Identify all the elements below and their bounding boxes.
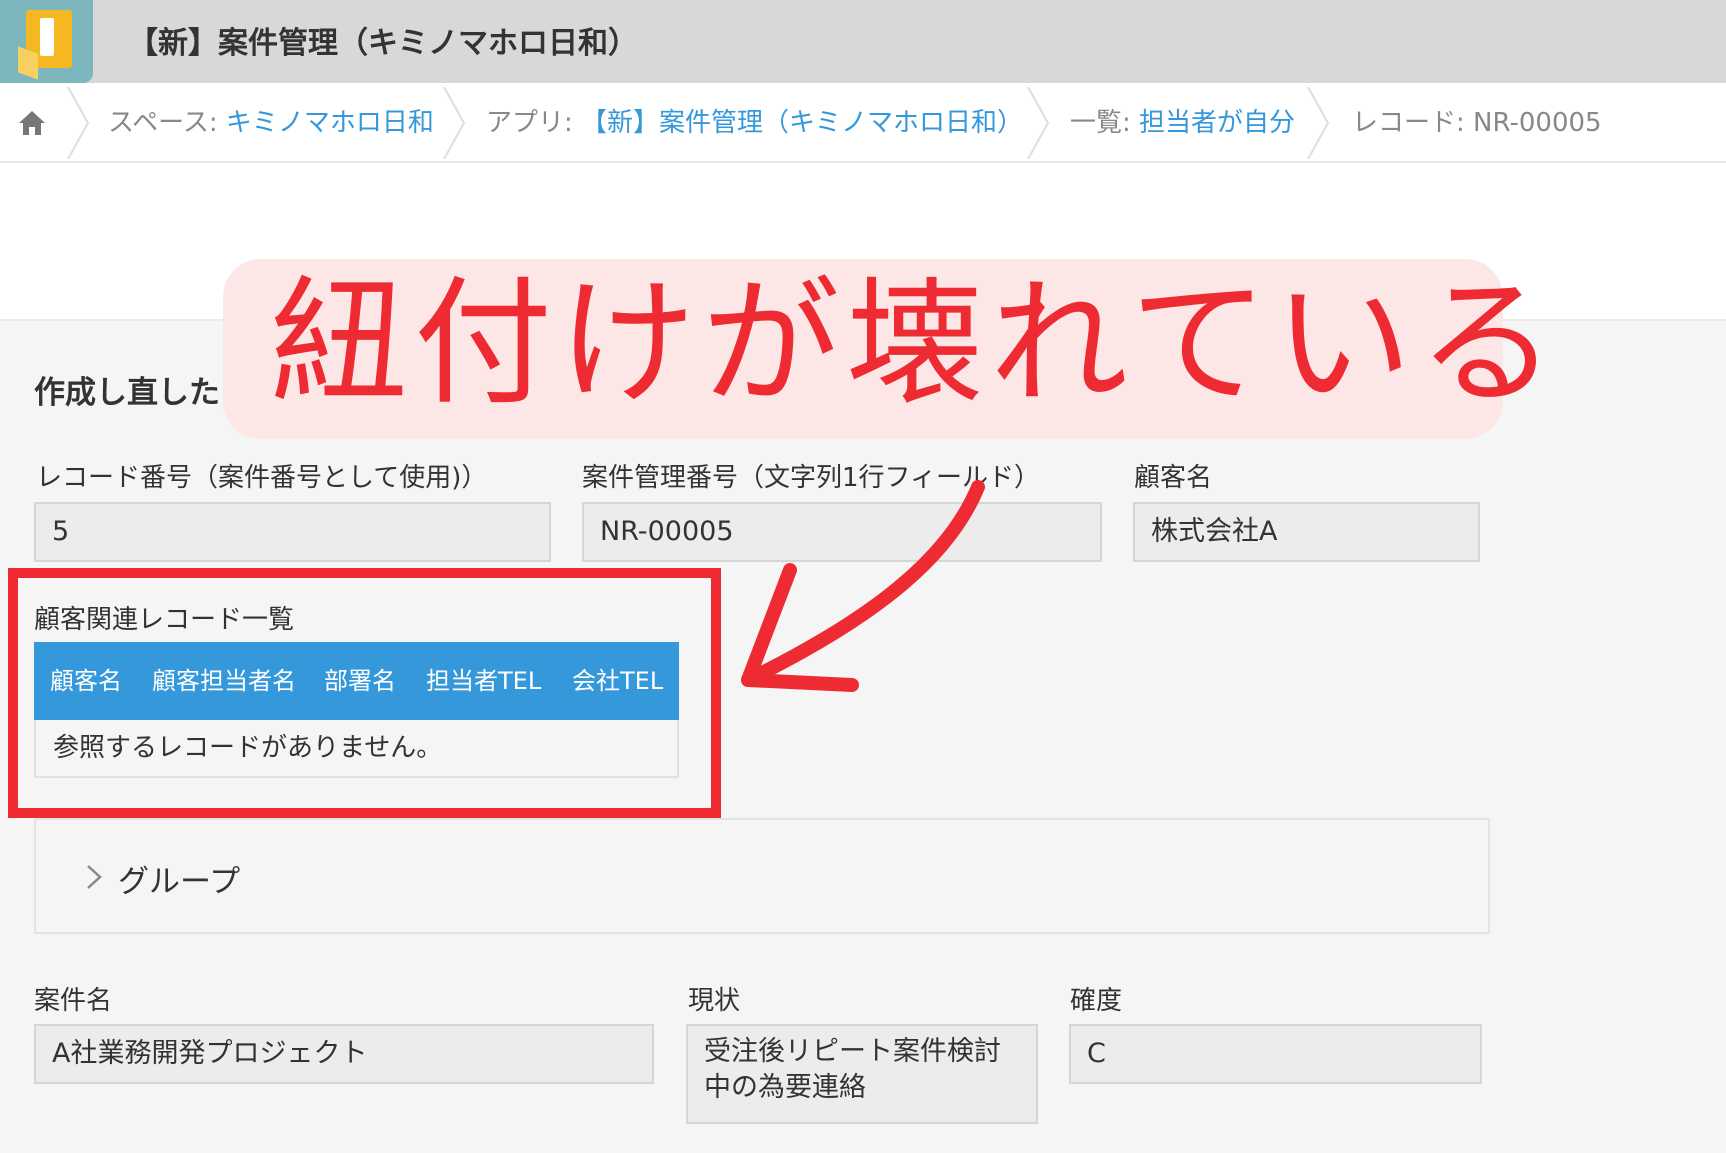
section-title: 作成し直した [34, 375, 220, 411]
status-value-line: 受注後リピート案件検討 [704, 1036, 1001, 1067]
breadcrumb-app-link[interactable]: 【新】案件管理（キミノマホロ日和） [581, 108, 1023, 138]
arrow-icon [741, 480, 985, 692]
home-icon[interactable] [16, 107, 48, 139]
case-name-field: A社業務開発プロジェクト [34, 1024, 654, 1084]
breadcrumb-separator [443, 87, 466, 159]
customer-name-field: 株式会社A [1133, 502, 1480, 562]
breadcrumb-separator [67, 87, 90, 159]
case-name-label: 案件名 [34, 986, 113, 1016]
status-value-line: 中の為要連絡 [704, 1072, 866, 1103]
breadcrumb-list-prefix: 一覧: [1070, 108, 1131, 138]
group-section[interactable] [34, 818, 1490, 934]
breadcrumb-space-link[interactable]: キミノマホロ日和 [226, 108, 434, 138]
breadcrumb-separator [1027, 87, 1050, 159]
breadcrumb-app-prefix: アプリ: [486, 108, 573, 138]
status-label: 現状 [688, 986, 741, 1016]
record-number-label: レコード番号（案件番号として使用)） [36, 463, 488, 493]
certainty-field: C [1069, 1024, 1482, 1084]
status-field: 受注後リピート案件検討 中の為要連絡 [686, 1024, 1038, 1124]
breadcrumb-space: スペース: キミノマホロ日和 [108, 83, 434, 163]
highlight-box [8, 568, 721, 818]
app-title[interactable]: 【新】案件管理（キミノマホロ日和） [128, 18, 638, 62]
record-number-field: 5 [34, 502, 551, 562]
group-label[interactable]: グループ [118, 856, 240, 901]
customer-name-label: 顧客名 [1134, 463, 1213, 493]
chevron-right-icon[interactable] [84, 862, 104, 892]
breadcrumb-app: アプリ: 【新】案件管理（キミノマホロ日和） [486, 83, 1023, 163]
breadcrumb-record: レコード: NR-00005 [1352, 108, 1602, 138]
breadcrumb-list: 一覧: 担当者が自分 [1070, 83, 1295, 163]
app-icon[interactable] [0, 0, 93, 83]
breadcrumb-space-prefix: スペース: [108, 108, 218, 138]
breadcrumb-separator [1307, 87, 1330, 159]
app-header: 【新】案件管理（キミノマホロ日和） [0, 0, 1726, 83]
certainty-label: 確度 [1070, 986, 1123, 1016]
annotation-text: 紐付けが壊れている [270, 263, 1562, 424]
breadcrumb-list-link[interactable]: 担当者が自分 [1139, 108, 1295, 138]
breadcrumb: スペース: キミノマホロ日和 アプリ: 【新】案件管理（キミノマホロ日和） 一覧… [0, 83, 1726, 163]
